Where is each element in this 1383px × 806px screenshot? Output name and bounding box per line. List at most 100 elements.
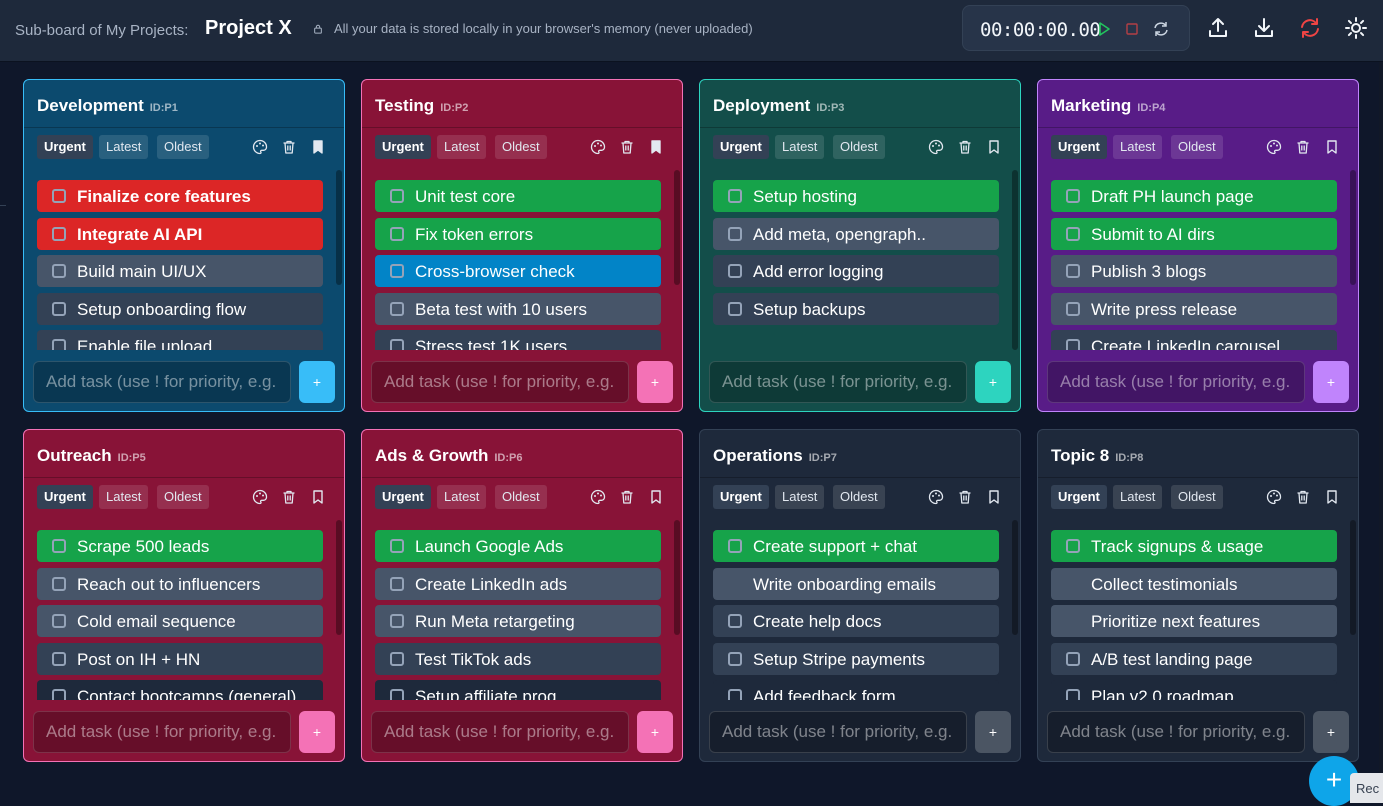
task-list-scrollbar[interactable]	[674, 520, 680, 700]
add-task-input[interactable]	[371, 711, 629, 753]
task-item[interactable]: Setup onboarding flow	[37, 293, 323, 325]
task-checkbox[interactable]	[728, 652, 742, 666]
sync-icon[interactable]	[1298, 16, 1322, 40]
trash-icon[interactable]	[1295, 139, 1311, 155]
task-checkbox[interactable]	[728, 302, 742, 316]
add-task-input[interactable]	[33, 361, 291, 403]
task-item[interactable]: Track signups & usage	[1051, 530, 1337, 562]
scroll-thumb[interactable]	[674, 520, 680, 635]
task-list[interactable]: Track signups & usage Collect testimonial…	[1051, 530, 1337, 700]
scroll-thumb[interactable]	[1350, 170, 1356, 285]
bookmark-icon[interactable]	[1324, 139, 1340, 155]
add-task-input[interactable]	[33, 711, 291, 753]
scroll-thumb[interactable]	[1012, 170, 1018, 350]
sort-urgent-button[interactable]: Urgent	[375, 135, 431, 159]
task-item[interactable]: Add meta, opengraph..	[713, 218, 999, 250]
add-task-button[interactable]: +	[975, 361, 1011, 403]
add-task-button[interactable]: +	[637, 711, 673, 753]
board-title[interactable]: Outreach ID:P5	[37, 446, 146, 466]
palette-icon[interactable]	[252, 139, 268, 155]
add-task-input[interactable]	[709, 361, 967, 403]
bookmark-icon[interactable]	[986, 489, 1002, 505]
sort-oldest-button[interactable]: Oldest	[833, 135, 885, 159]
task-item[interactable]: Setup backups	[713, 293, 999, 325]
task-item[interactable]: Cold email sequence	[37, 605, 323, 637]
task-checkbox[interactable]	[52, 614, 66, 628]
add-task-button[interactable]: +	[1313, 711, 1349, 753]
task-checkbox[interactable]	[728, 227, 742, 241]
page-scrollbar[interactable]	[1379, 62, 1383, 796]
sort-latest-button[interactable]: Latest	[775, 135, 825, 159]
trash-icon[interactable]	[619, 139, 635, 155]
add-task-input[interactable]	[1047, 361, 1305, 403]
page-title[interactable]: Project X	[205, 17, 292, 40]
palette-icon[interactable]	[928, 489, 944, 505]
palette-icon[interactable]	[1266, 139, 1282, 155]
sort-urgent-button[interactable]: Urgent	[375, 485, 431, 509]
task-item[interactable]: Setup hosting	[713, 180, 999, 212]
task-item[interactable]: Add feedback form	[713, 680, 999, 700]
trash-icon[interactable]	[281, 489, 297, 505]
task-item[interactable]: Fix token errors	[375, 218, 661, 250]
task-item[interactable]: Cross-browser check	[375, 255, 661, 287]
add-task-button[interactable]: +	[299, 711, 335, 753]
task-item[interactable]: Create LinkedIn ads	[375, 568, 661, 600]
task-list-scrollbar[interactable]	[336, 170, 342, 350]
bookmark-icon[interactable]	[1324, 489, 1340, 505]
task-checkbox[interactable]	[390, 539, 404, 553]
task-item[interactable]: Scrape 500 leads	[37, 530, 323, 562]
sort-urgent-button[interactable]: Urgent	[37, 135, 93, 159]
task-list-scrollbar[interactable]	[1012, 520, 1018, 700]
scroll-thumb[interactable]	[336, 170, 342, 285]
task-item[interactable]: Integrate AI API	[37, 218, 323, 250]
sort-oldest-button[interactable]: Oldest	[1171, 485, 1223, 509]
sort-oldest-button[interactable]: Oldest	[157, 485, 209, 509]
task-checkbox[interactable]	[1066, 264, 1080, 278]
bookmark-icon[interactable]	[648, 489, 664, 505]
task-checkbox[interactable]	[1066, 652, 1080, 666]
task-list[interactable]: Setup hosting Add meta, opengraph.. Add er…	[713, 180, 999, 350]
task-item[interactable]: Unit test core	[375, 180, 661, 212]
task-item[interactable]: Beta test with 10 users	[375, 293, 661, 325]
task-list[interactable]: Finalize core features Integrate AI API Bu…	[37, 180, 323, 350]
reset-icon[interactable]	[1152, 20, 1170, 38]
sort-latest-button[interactable]: Latest	[1113, 485, 1163, 509]
task-checkbox[interactable]	[390, 614, 404, 628]
task-checkbox[interactable]	[390, 577, 404, 591]
task-item[interactable]: Build main UI/UX	[37, 255, 323, 287]
task-item[interactable]: Collect testimonials	[1051, 568, 1337, 600]
sort-latest-button[interactable]: Latest	[437, 485, 487, 509]
trash-icon[interactable]	[281, 139, 297, 155]
task-list-scrollbar[interactable]	[336, 520, 342, 700]
sort-oldest-button[interactable]: Oldest	[833, 485, 885, 509]
task-checkbox[interactable]	[390, 302, 404, 316]
board-title[interactable]: Testing ID:P2	[375, 96, 468, 116]
trash-icon[interactable]	[957, 139, 973, 155]
palette-icon[interactable]	[1266, 489, 1282, 505]
task-checkbox[interactable]	[52, 577, 66, 591]
task-item[interactable]: Create LinkedIn carousel	[1051, 330, 1337, 350]
palette-icon[interactable]	[590, 139, 606, 155]
task-checkbox[interactable]	[1066, 302, 1080, 316]
task-item[interactable]: Prioritize next features	[1051, 605, 1337, 637]
task-list-scrollbar[interactable]	[1350, 170, 1356, 350]
task-item[interactable]: Reach out to influencers	[37, 568, 323, 600]
bookmark-icon[interactable]	[310, 139, 326, 155]
task-item[interactable]: Setup affiliate prog	[375, 680, 661, 700]
task-item[interactable]: Create help docs	[713, 605, 999, 637]
sort-latest-button[interactable]: Latest	[1113, 135, 1163, 159]
task-list[interactable]: Scrape 500 leads Reach out to influencers…	[37, 530, 323, 700]
task-checkbox[interactable]	[52, 264, 66, 278]
task-checkbox[interactable]	[390, 227, 404, 241]
task-checkbox[interactable]	[1066, 227, 1080, 241]
sort-urgent-button[interactable]: Urgent	[1051, 135, 1107, 159]
task-list-scrollbar[interactable]	[674, 170, 680, 350]
task-checkbox[interactable]	[52, 189, 66, 203]
sort-oldest-button[interactable]: Oldest	[495, 135, 547, 159]
task-item[interactable]: Setup Stripe payments	[713, 643, 999, 675]
trash-icon[interactable]	[957, 489, 973, 505]
sort-latest-button[interactable]: Latest	[775, 485, 825, 509]
trash-icon[interactable]	[619, 489, 635, 505]
scroll-thumb[interactable]	[1350, 520, 1356, 635]
palette-icon[interactable]	[928, 139, 944, 155]
